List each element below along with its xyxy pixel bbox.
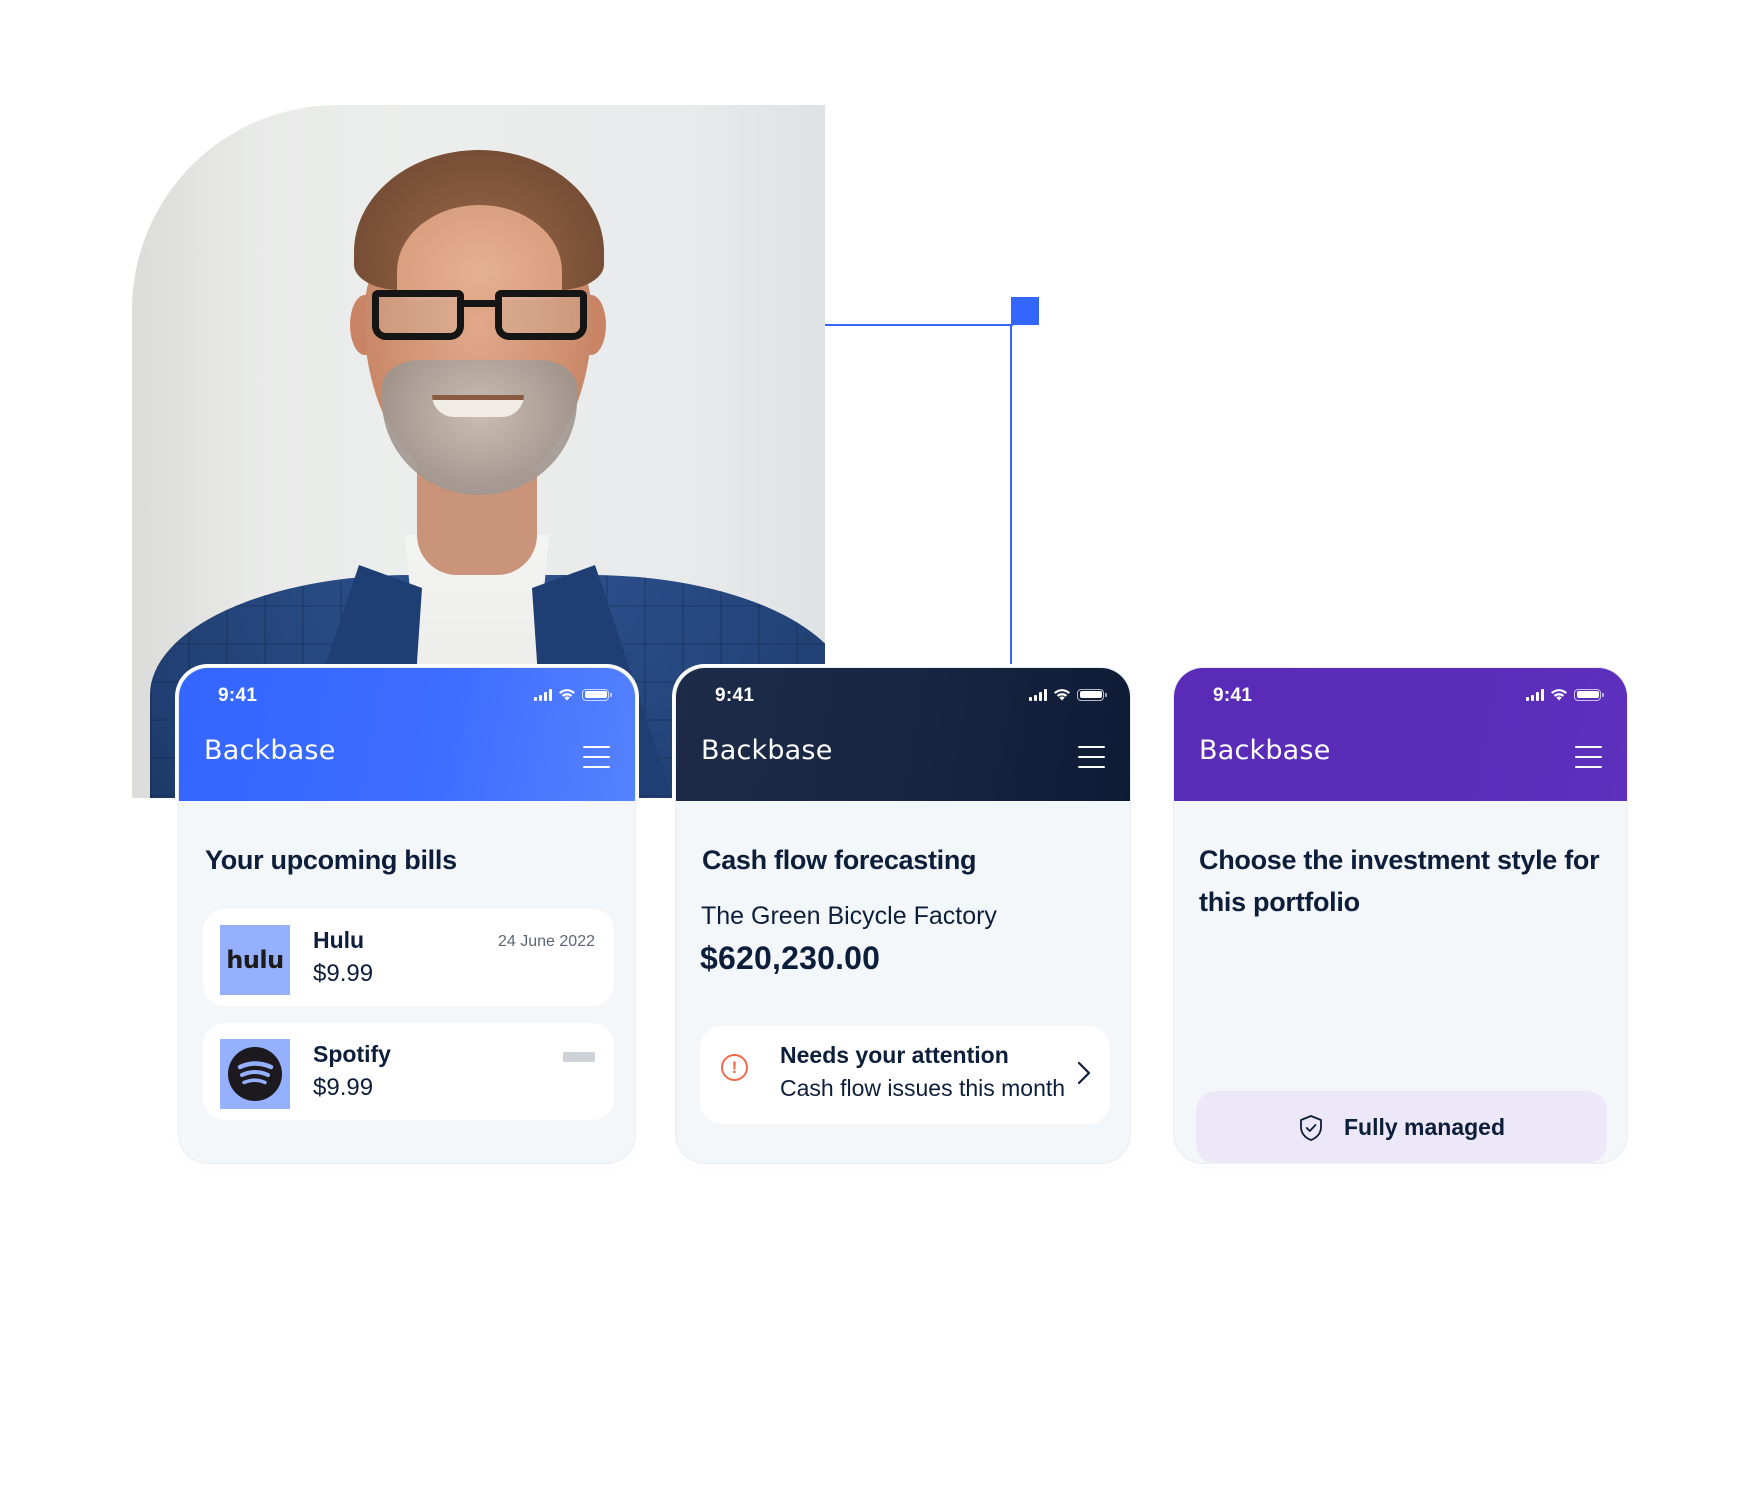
glasses-lens-left — [372, 290, 464, 340]
signal-icon — [1029, 688, 1047, 701]
card-title: Your upcoming bills — [205, 845, 457, 875]
investment-phone-card: 9:41 Backbase Choose the investment styl… — [1173, 667, 1628, 1164]
glasses-bridge — [464, 300, 496, 307]
alert-subtitle: Cash flow issues this month — [780, 1075, 1066, 1101]
wifi-icon — [1551, 689, 1567, 701]
status-icons — [1029, 688, 1107, 701]
status-time: 9:41 — [715, 685, 755, 706]
bill-amount: $9.99 — [313, 1074, 374, 1101]
card-title: Cash flow forecasting — [702, 845, 977, 875]
battery-icon — [582, 688, 612, 701]
signal-icon — [534, 688, 552, 701]
brand-logo: Backbase — [1199, 735, 1331, 766]
bill-row-spotify[interactable]: Spotify $9.99 — [203, 1023, 614, 1120]
alert-title: Needs your attention — [780, 1042, 1009, 1068]
phone-header: 9:41 Backbase — [179, 668, 635, 801]
battery-icon — [1077, 688, 1107, 701]
wifi-icon — [559, 689, 575, 701]
option-fully-managed-button[interactable]: Fully managed — [1196, 1091, 1607, 1163]
hulu-logo-text: hulu — [226, 946, 284, 974]
chevron-right-icon — [1077, 1061, 1091, 1085]
glasses-lens-right — [495, 290, 587, 340]
alert-circle-icon: ! — [721, 1054, 748, 1081]
signal-icon — [1526, 688, 1544, 701]
option-label: Fully managed — [1343, 1114, 1506, 1140]
connector-line-horizontal — [825, 324, 1013, 326]
bill-date-placeholder — [563, 1052, 595, 1062]
brand-logo: Backbase — [204, 735, 336, 766]
bills-phone-card: 9:41 Backbase Your upcoming bills hulu H… — [178, 667, 636, 1164]
photo-beard — [382, 360, 577, 495]
bill-amount: $9.99 — [313, 960, 374, 987]
photo-smile — [432, 395, 524, 417]
connector-square — [1011, 297, 1039, 325]
hamburger-menu-icon[interactable] — [1078, 746, 1105, 768]
bill-name: Hulu — [313, 927, 365, 953]
cashflow-phone-card: 9:41 Backbase Cash flow forecasting The … — [675, 667, 1131, 1164]
status-time: 9:41 — [218, 685, 258, 706]
shield-check-icon — [1300, 1114, 1322, 1141]
phone-header: 9:41 Backbase — [1174, 668, 1627, 801]
status-icons — [534, 688, 612, 701]
connector-line-vertical — [1010, 324, 1012, 667]
phone-header: 9:41 Backbase — [676, 668, 1130, 801]
attention-alert-row[interactable]: ! Needs your attention Cash flow issues … — [700, 1026, 1110, 1124]
card-title: Choose the investment style for this por… — [1199, 845, 1600, 917]
hulu-logo-icon: hulu — [220, 925, 290, 995]
photo-glasses — [372, 290, 587, 342]
status-time: 9:41 — [1213, 685, 1253, 706]
spotify-logo-icon — [220, 1039, 290, 1109]
bill-row-hulu[interactable]: hulu Hulu $9.99 24 June 2022 — [203, 909, 614, 1006]
status-icons — [1526, 688, 1604, 701]
brand-logo: Backbase — [701, 735, 833, 766]
battery-icon — [1574, 688, 1604, 701]
hamburger-menu-icon[interactable] — [1575, 746, 1602, 768]
bill-date: 24 June 2022 — [498, 933, 595, 950]
hamburger-menu-icon[interactable] — [583, 746, 610, 768]
company-name: The Green Bicycle Factory — [701, 902, 997, 930]
wifi-icon — [1054, 689, 1070, 701]
spotify-icon — [228, 1047, 282, 1101]
bill-name: Spotify — [313, 1041, 391, 1067]
company-balance: $620,230.00 — [700, 940, 881, 976]
